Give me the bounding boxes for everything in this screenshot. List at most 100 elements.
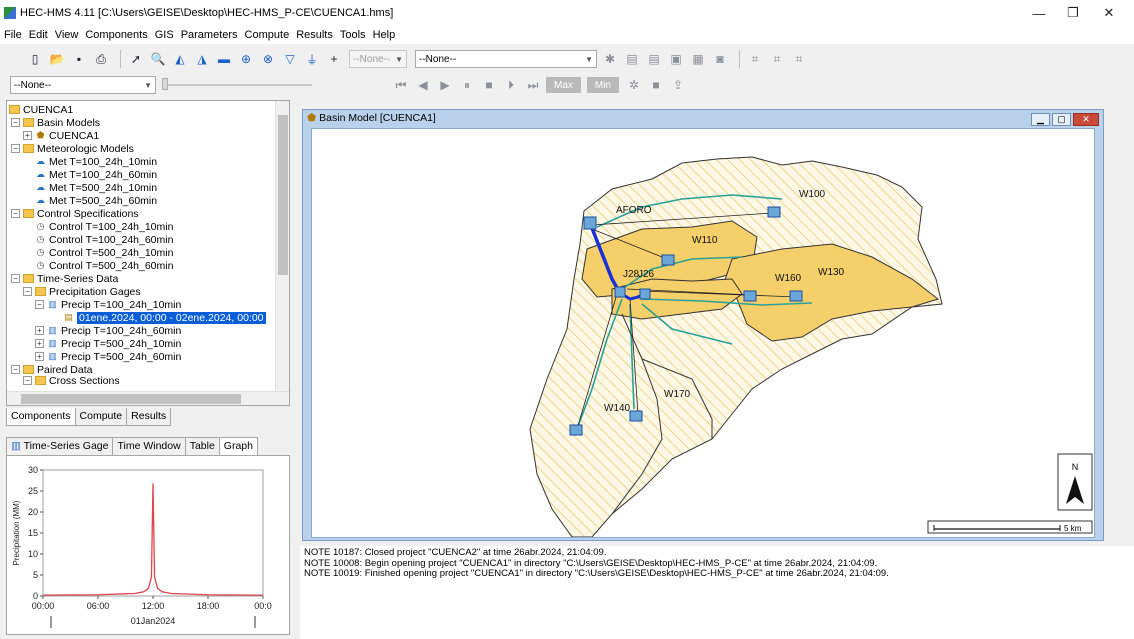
scroll-thumb[interactable] [21,394,241,404]
subbasin-w160-icon[interactable] [743,290,757,302]
collapse-icon[interactable]: − [11,118,20,127]
element-summary-icon[interactable]: ▤ [645,50,663,68]
menu-help[interactable]: Help [373,29,396,41]
menu-edit[interactable]: Edit [29,29,48,41]
tree-precip-item[interactable]: + ▥ Precip T=500_24h_60min [35,350,181,363]
animation-slider[interactable] [162,78,312,90]
diversion-tool-icon[interactable]: ⊗ [259,50,277,68]
subbasin-w130-icon[interactable] [789,290,803,302]
tab-graph[interactable]: Graph [218,437,258,455]
run-selector-combo[interactable]: --None-- ▼ [349,50,407,68]
fast-forward-icon[interactable]: ⏭ [524,76,542,94]
tree-precip-item[interactable]: − ▥ Precip T=100_24h_10min [35,298,181,311]
gis-icon-3[interactable]: ⌗ [790,50,808,68]
menu-view[interactable]: View [55,29,79,41]
print-icon[interactable]: ⎙ [92,50,110,68]
tree-control-item[interactable]: ◷ Control T=100_24h_60min [35,233,174,246]
global-summary-icon[interactable]: ▤ [623,50,641,68]
tree-met-item[interactable]: ☁ Met T=100_24h_60min [35,168,157,181]
rewind-icon[interactable]: ⏮ [392,76,410,94]
settings-icon[interactable]: ✲ [625,76,643,94]
collapse-icon[interactable]: − [35,300,44,309]
menu-gis[interactable]: GIS [155,29,174,41]
gis-icon-2[interactable]: ⌗ [768,50,786,68]
sink-tool-icon[interactable]: ⏚ [303,50,321,68]
time-step-combo[interactable]: --None-- ▼ [10,76,156,94]
junction-j28-icon[interactable] [614,286,626,298]
step-back-icon[interactable]: ◀ [414,76,432,94]
tree-met-item[interactable]: ☁ Met T=100_24h_10min [35,155,157,168]
subbasin-tool-icon[interactable]: ◭ [171,50,189,68]
table-icon[interactable]: ▦ [689,50,707,68]
tree-root[interactable]: CUENCA1 [9,103,73,116]
menu-parameters[interactable]: Parameters [181,29,238,41]
tree-cross-sections[interactable]: − Cross Sections [23,376,120,385]
tree-control-item[interactable]: ◷ Control T=500_24h_10min [35,246,174,259]
menu-compute[interactable]: Compute [245,29,290,41]
stop-icon[interactable]: ■ [480,76,498,94]
scroll-thumb[interactable] [278,115,288,275]
tree-met-item[interactable]: ☁ Met T=500_24h_10min [35,181,157,194]
tab-table[interactable]: Table [184,437,220,455]
open-folder-icon[interactable]: 📂 [48,50,66,68]
step-forward-icon[interactable]: ⏵ [502,76,520,94]
new-file-icon[interactable]: ▯ [26,50,44,68]
collapse-icon[interactable]: − [11,209,20,218]
compute-selector-combo[interactable]: --None-- ▼ [415,50,597,68]
tree-met-item[interactable]: ☁ Met T=500_24h_60min [35,194,157,207]
junction-j26-icon[interactable] [639,288,651,300]
tree-control-item[interactable]: ◷ Control T=500_24h_60min [35,259,174,272]
arrow-tool-icon[interactable]: ➚ [127,50,145,68]
basin-close-button[interactable]: ✕ [1073,113,1099,126]
watershed-hatched-area[interactable] [529,156,943,538]
max-button[interactable]: Max [546,77,581,93]
zoom-tool-icon[interactable]: 🔍 [149,50,167,68]
tree-basin-models[interactable]: − Basin Models [11,116,100,129]
time-series-table-icon[interactable]: ◙ [711,50,729,68]
subbasin-w140-icon[interactable] [569,424,583,436]
subbasin-w110-icon[interactable] [661,254,675,266]
tab-time-series-gage[interactable]: ▥ Time-Series Gage [6,437,114,455]
tree-precip-gages[interactable]: − Precipitation Gages [23,285,141,298]
collapse-icon[interactable]: − [11,274,20,283]
compute-icon[interactable]: ✱ [601,50,619,68]
basin-maximize-button[interactable]: ▢ [1052,113,1071,126]
tab-compute[interactable]: Compute [74,408,128,426]
tree-horizontal-scrollbar[interactable] [7,391,289,405]
basin-minimize-button[interactable]: ▁ [1031,113,1050,126]
play-icon[interactable]: ▶ [436,76,454,94]
tree-precip-item[interactable]: + ▥ Precip T=100_24h_60min [35,324,181,337]
menu-components[interactable]: Components [85,29,147,41]
min-button[interactable]: Min [586,77,620,93]
reservoir-tool-icon[interactable]: ▬ [215,50,233,68]
collapse-icon[interactable]: − [23,287,32,296]
basin-map-canvas[interactable]: AFORO W100 W110 W130 W160 J28 J26 W170 W… [311,128,1095,538]
expand-icon[interactable]: + [23,131,32,140]
tab-components[interactable]: Components [6,408,76,426]
collapse-icon[interactable]: − [11,365,20,374]
close-button[interactable]: ✕ [1086,0,1132,26]
graph-icon[interactable]: ▣ [667,50,685,68]
tree-basin-cuenca1[interactable]: + ⬟ CUENCA1 [23,129,99,142]
junction-tool-icon[interactable]: ⊕ [237,50,255,68]
menu-results[interactable]: Results [296,29,333,41]
expand-icon[interactable]: + [35,326,44,335]
pause-icon[interactable]: ⏸ [458,76,476,94]
tree-met-models[interactable]: − Meteorologic Models [11,142,134,155]
tree-ts-data[interactable]: − Time-Series Data [11,272,118,285]
source-tool-icon[interactable]: ▽ [281,50,299,68]
subbasin-w170-icon[interactable] [629,410,643,422]
tree-control-specs[interactable]: − Control Specifications [11,207,139,220]
add-tool-icon[interactable]: + [325,50,343,68]
tab-time-window[interactable]: Time Window [112,437,186,455]
reach-tool-icon[interactable]: ◮ [193,50,211,68]
tree-precip-item[interactable]: + ▥ Precip T=500_24h_10min [35,337,181,350]
tree-paired-data[interactable]: − Paired Data [11,363,92,376]
save-icon[interactable]: ▪ [70,50,88,68]
gis-icon-1[interactable]: ⌗ [746,50,764,68]
menu-tools[interactable]: Tools [340,29,366,41]
menu-file[interactable]: File [4,29,22,41]
tree-vertical-scrollbar[interactable] [275,101,289,391]
expand-icon[interactable]: + [35,339,44,348]
collapse-icon[interactable]: − [23,376,32,385]
